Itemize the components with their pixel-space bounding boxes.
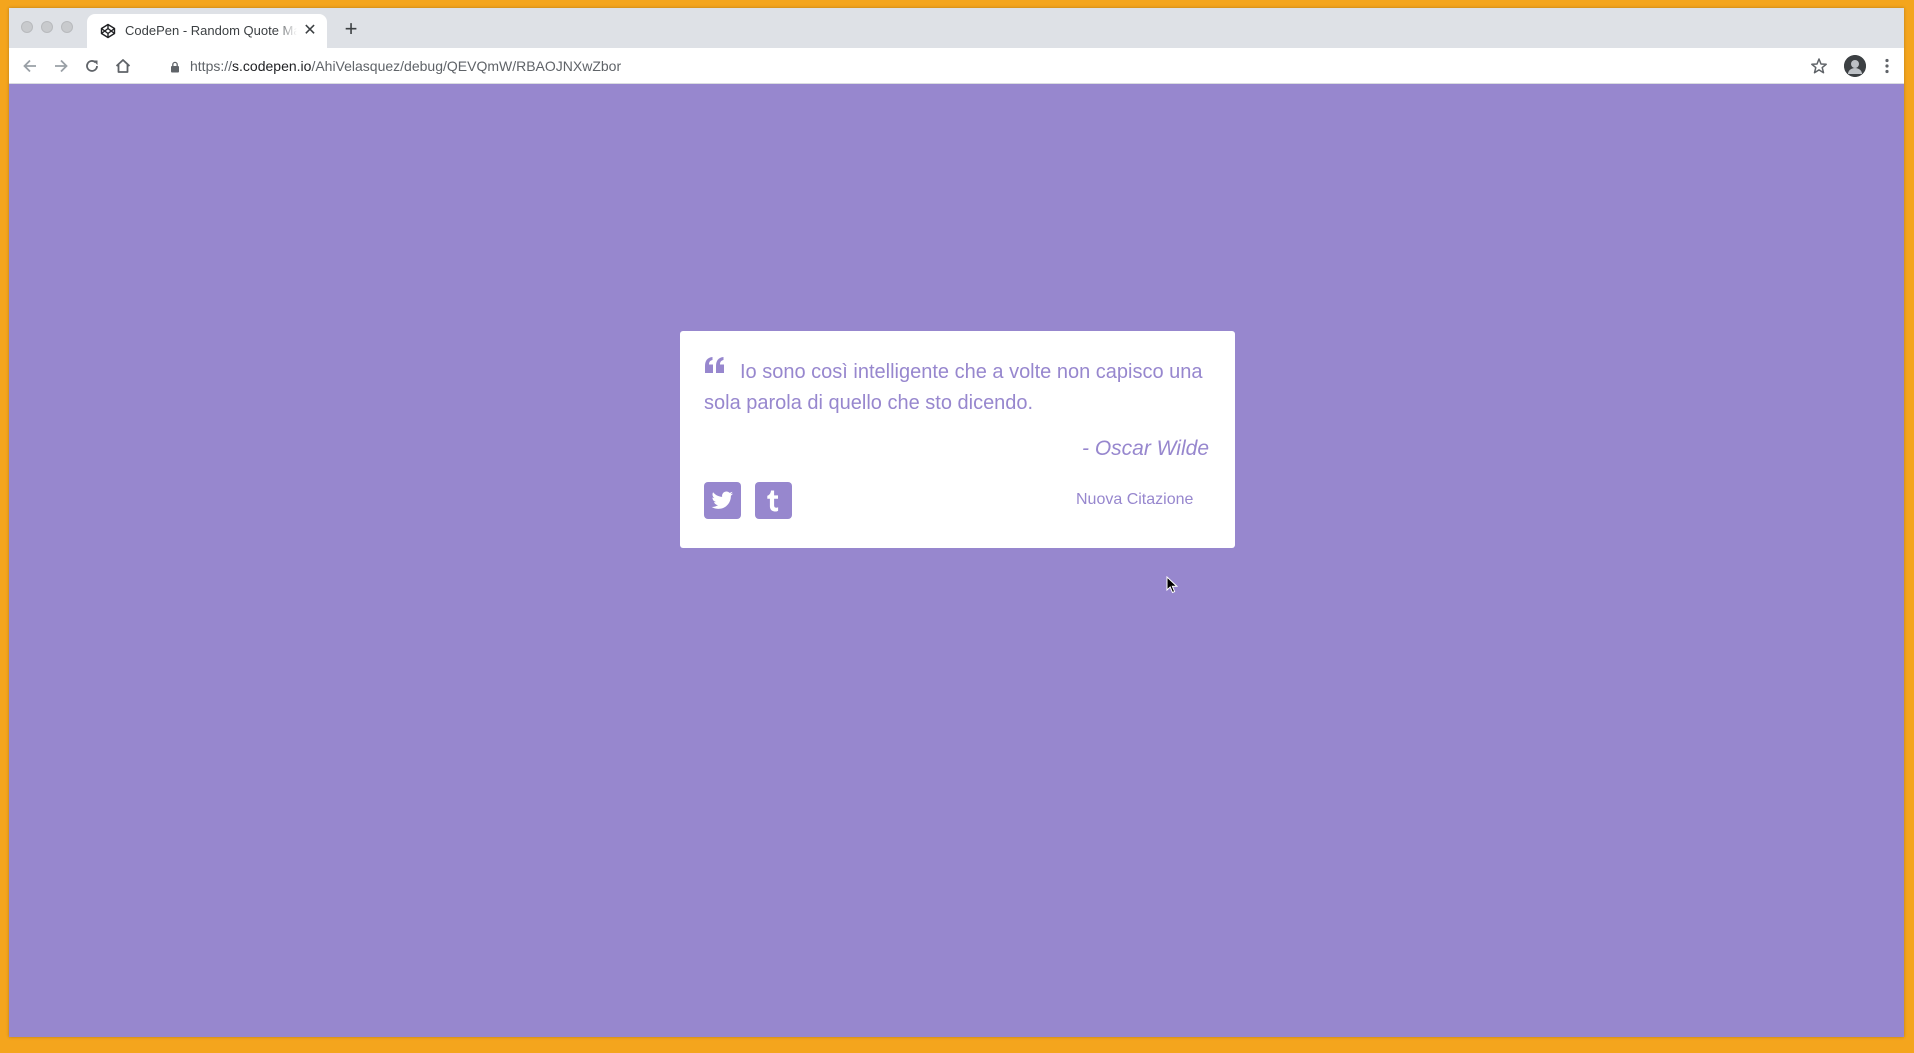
forward-arrow-icon[interactable] xyxy=(51,56,71,76)
url-text[interactable]: https://s.codepen.io/AhiVelasquez/debug/… xyxy=(190,58,621,74)
browser-tab[interactable]: CodePen - Random Quote Machine ✕ xyxy=(87,14,327,48)
close-window-button[interactable] xyxy=(21,21,33,33)
tab-title: CodePen - Random Quote Machine xyxy=(125,23,297,38)
codepen-icon xyxy=(100,23,116,39)
back-arrow-icon[interactable] xyxy=(20,56,40,76)
maximize-window-button[interactable] xyxy=(61,21,73,33)
page-viewport: Io sono così intelligente che a volte no… xyxy=(9,84,1904,1037)
plus-icon[interactable]: + xyxy=(340,18,362,41)
mouse-cursor-icon xyxy=(1166,575,1179,594)
reload-icon[interactable] xyxy=(82,56,102,76)
address-bar[interactable]: https://s.codepen.io/AhiVelasquez/debug/… xyxy=(156,51,1811,81)
new-quote-button[interactable]: Nuova Citazione xyxy=(1076,487,1193,513)
tweet-quote-button[interactable] xyxy=(704,482,741,519)
browser-toolbar: https://s.codepen.io/AhiVelasquez/debug/… xyxy=(9,48,1904,84)
close-icon[interactable]: ✕ xyxy=(301,22,319,40)
more-vert-icon[interactable] xyxy=(1877,56,1897,76)
home-icon[interactable] xyxy=(113,56,133,76)
tumblr-icon xyxy=(755,482,792,519)
avatar[interactable] xyxy=(1844,55,1866,77)
quote-author: - Oscar Wilde xyxy=(1082,437,1209,460)
tab-strip: CodePen - Random Quote Machine ✕ + xyxy=(9,8,1904,48)
twitter-icon xyxy=(704,482,741,519)
browser-window: CodePen - Random Quote Machine ✕ + https xyxy=(9,8,1904,1037)
star-icon[interactable] xyxy=(1809,56,1829,76)
minimize-window-button[interactable] xyxy=(41,21,53,33)
lock-icon[interactable] xyxy=(169,60,181,73)
quote-text: Io sono così intelligente che a volte no… xyxy=(704,361,1203,414)
tumblr-quote-button[interactable] xyxy=(755,482,792,519)
quote-box: Io sono così intelligente che a volte no… xyxy=(680,331,1235,548)
